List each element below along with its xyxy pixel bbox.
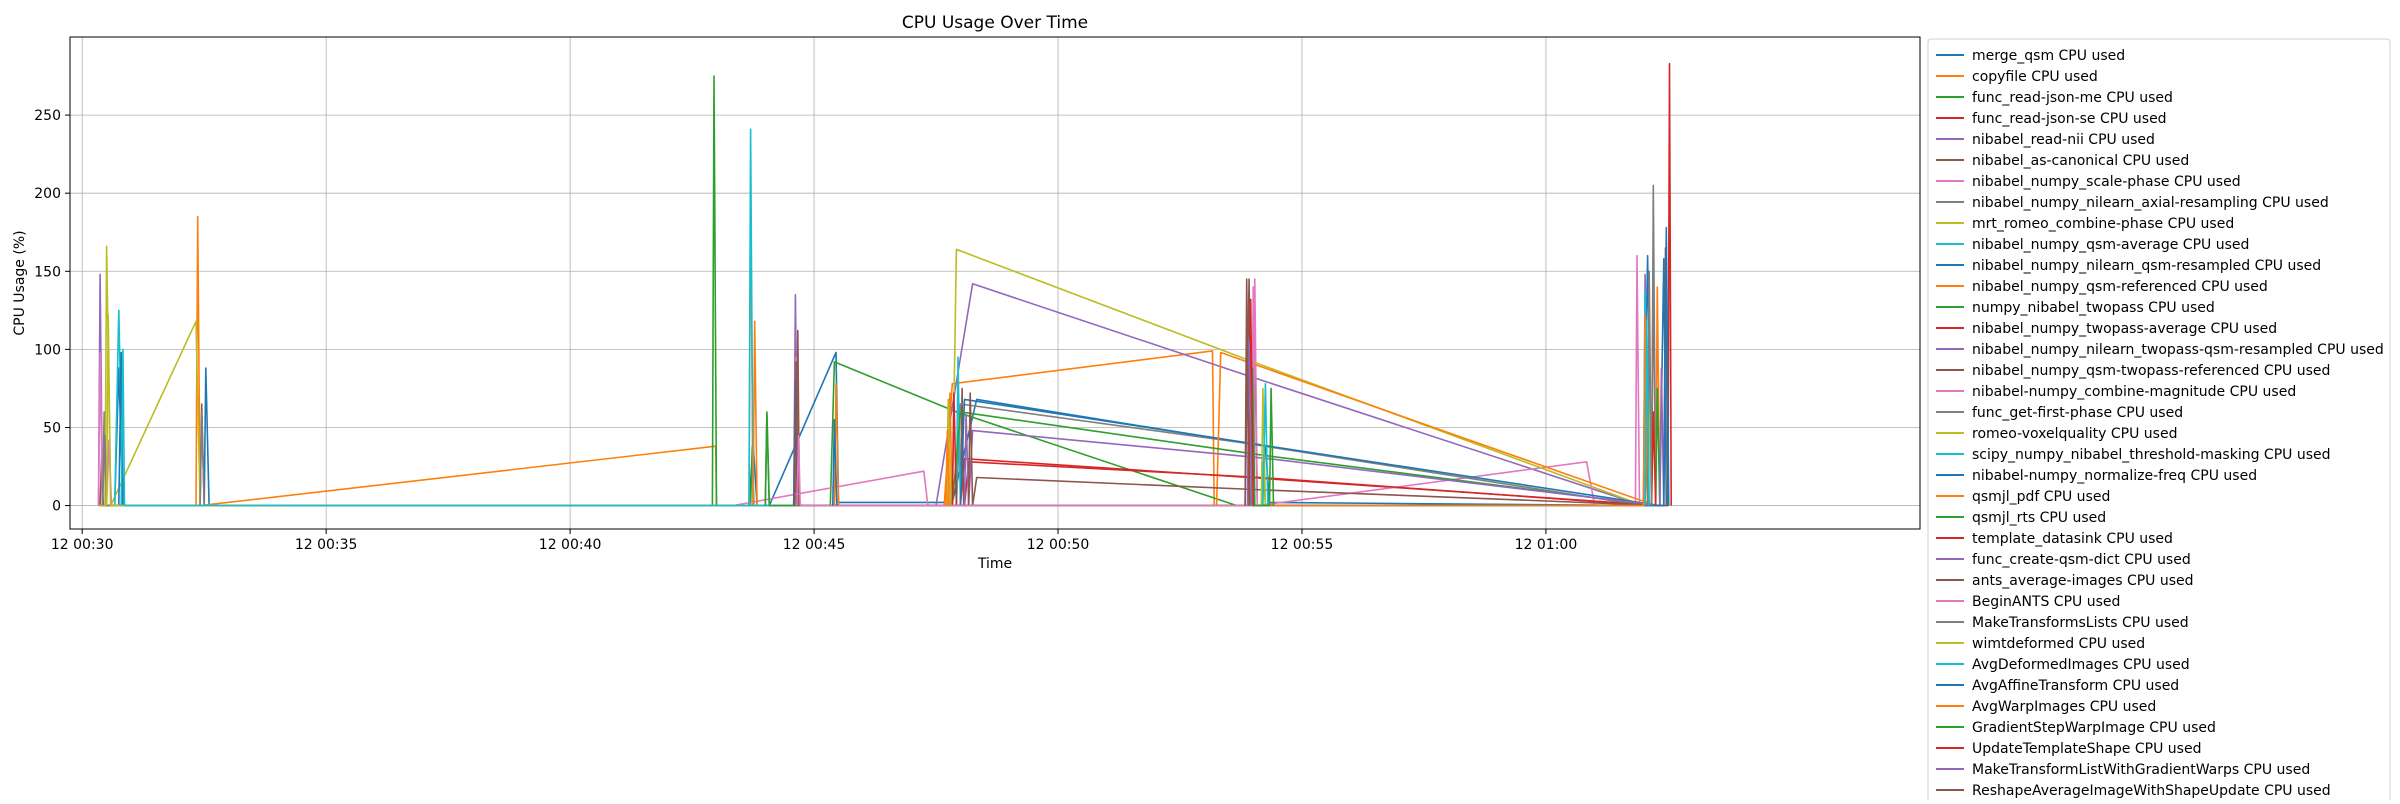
- legend-entry: MakeTransformsLists CPU used: [1972, 615, 2189, 631]
- legend-entry: qsmjl_rts CPU used: [1972, 510, 2106, 526]
- legend-entry: nibabel_numpy_nilearn_axial-resampling C…: [1972, 195, 2329, 211]
- legend-entry: BeginANTS CPU used: [1972, 594, 2120, 610]
- x-tick-label: 12 00:35: [295, 537, 358, 553]
- chart-title: CPU Usage Over Time: [902, 13, 1088, 33]
- legend-entry: ReshapeAverageImageWithShapeUpdate CPU u…: [1972, 783, 2331, 799]
- legend-entry: UpdateTemplateShape CPU used: [1972, 741, 2201, 757]
- legend-entry: nibabel_numpy_scale-phase CPU used: [1972, 174, 2241, 190]
- x-tick-label: 12 00:40: [539, 537, 602, 553]
- legend-entry: nibabel-numpy_combine-magnitude CPU used: [1972, 384, 2296, 400]
- chart-figure: CPU Usage Over Time 12 00:30 12 00:35 12 0…: [0, 0, 2400, 804]
- legend-entry: numpy_nibabel_twopass CPU used: [1972, 300, 2215, 316]
- legend-entry: AvgWarpImages CPU used: [1972, 699, 2156, 715]
- legend-entry: nibabel_as-canonical CPU used: [1972, 153, 2189, 169]
- y-tick-label: 0: [52, 499, 61, 515]
- cpu-usage-chart: CPU Usage Over Time 12 00:30 12 00:35 12 0…: [0, 0, 2400, 804]
- legend-entry: ants_average-images CPU used: [1972, 573, 2194, 589]
- legend-entry: nibabel_numpy_nilearn_qsm-resampled CPU …: [1972, 258, 2321, 274]
- legend-entry: nibabel_numpy_qsm-twopass-referenced CPU…: [1972, 363, 2330, 379]
- y-tick-label: 50: [43, 420, 61, 436]
- legend-entry: nibabel_read-nii CPU used: [1972, 132, 2155, 148]
- legend-entry: mrt_romeo_combine-phase CPU used: [1972, 216, 2234, 232]
- legend-entry: nibabel_numpy_twopass-average CPU used: [1972, 321, 2277, 337]
- x-tick-label: 12 00:30: [51, 537, 114, 553]
- legend-entry: func_create-qsm-dict CPU used: [1972, 552, 2191, 568]
- legend-entry: AvgDeformedImages CPU used: [1972, 657, 2190, 673]
- legend: merge_qsm CPU used copyfile CPU used func_…: [1927, 38, 2391, 804]
- legend-entry: GradientStepWarpImage CPU used: [1972, 720, 2216, 736]
- y-tick-label: 100: [34, 342, 61, 358]
- legend-entry: qsmjl_pdf CPU used: [1972, 489, 2110, 505]
- x-tick-label: 12 01:00: [1515, 537, 1578, 553]
- y-tick-label: 200: [34, 186, 61, 202]
- legend-entry: template_datasink CPU used: [1972, 531, 2173, 547]
- legend-entry: MakeTransformListWithGradientWarps CPU u…: [1972, 762, 2310, 778]
- legend-entry: wimtdeformed CPU used: [1972, 636, 2145, 652]
- y-axis-label: CPU Usage (%): [12, 230, 28, 335]
- x-tick-label: 12 00:55: [1271, 537, 1334, 553]
- x-axis-label: Time: [977, 556, 1012, 572]
- legend-entry: scipy_numpy_nibabel_threshold-masking CP…: [1972, 447, 2331, 463]
- legend-entry: nibabel-numpy_normalize-freq CPU used: [1972, 468, 2257, 484]
- legend-entry: merge_qsm CPU used: [1972, 48, 2125, 64]
- legend-entry: func_get-first-phase CPU used: [1972, 405, 2183, 421]
- x-tick-label: 12 00:50: [1027, 537, 1090, 553]
- x-tick-label: 12 00:45: [783, 537, 846, 553]
- legend-entry: func_read-json-se CPU used: [1972, 111, 2167, 127]
- y-tick-label: 250: [34, 108, 61, 124]
- legend-entry: func_read-json-me CPU used: [1972, 90, 2173, 106]
- legend-entry: copyfile CPU used: [1972, 69, 2098, 85]
- legend-entry: nibabel_numpy_qsm-average CPU used: [1972, 237, 2249, 253]
- legend-entry: nibabel_numpy_nilearn_twopass-qsm-resamp…: [1972, 342, 2384, 358]
- legend-entry: AvgAffineTransform CPU used: [1972, 678, 2179, 694]
- y-tick-label: 150: [34, 264, 61, 280]
- legend-entry: romeo-voxelquality CPU used: [1972, 426, 2177, 442]
- legend-entry: nibabel_numpy_qsm-referenced CPU used: [1972, 279, 2268, 295]
